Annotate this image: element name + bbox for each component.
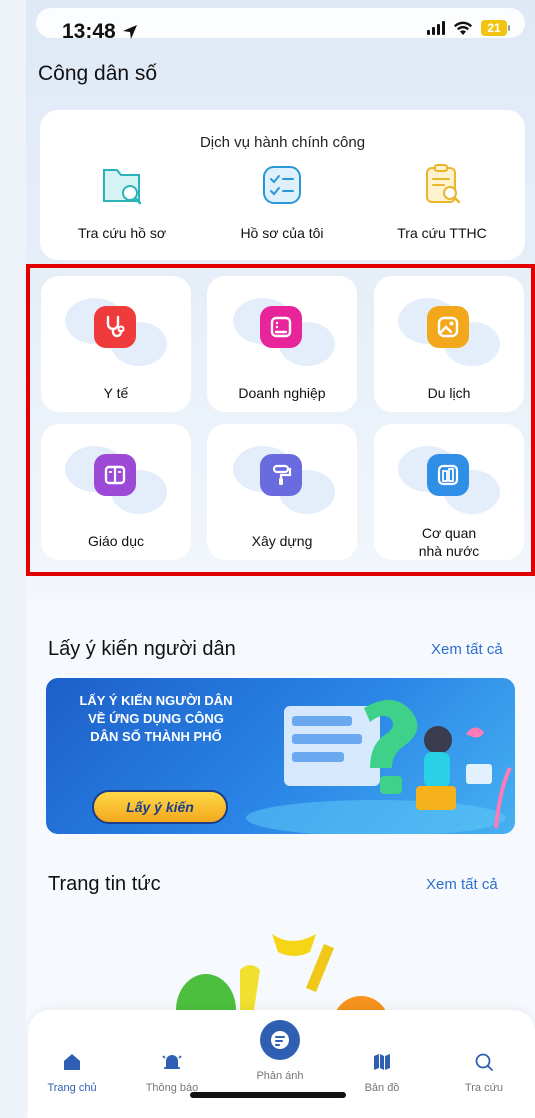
category-label: Xây dựng [251, 533, 313, 549]
clipboard-search-icon [426, 164, 461, 204]
category-label: Du lịch [427, 385, 471, 401]
category-state-agency[interactable]: Cơ quan nhà nước [374, 424, 524, 560]
search-icon [444, 1050, 524, 1074]
stethoscope-icon [94, 306, 136, 348]
service-label: Hồ sơ của tôi [240, 225, 324, 241]
category-tourism[interactable]: Du lịch [374, 276, 524, 412]
service-my-dossier[interactable]: Hồ sơ của tôi [212, 162, 352, 241]
battery-indicator: 21 [481, 20, 510, 36]
home-indicator [190, 1092, 346, 1098]
tab-home[interactable]: Trang chủ [32, 1050, 112, 1094]
service-lookup-dossier[interactable]: Tra cứu hồ sơ [52, 162, 192, 241]
survey-banner[interactable]: LẤY Ý KIẾN NGƯỜI DÂN VỀ ỨNG DỤNG CÔNG DÂ… [46, 678, 515, 834]
paint-roller-icon [260, 454, 302, 496]
give-opinion-button[interactable]: Lấy ý kiến [92, 790, 228, 824]
cellular-signal-icon [427, 21, 445, 35]
category-label: Giáo dục [87, 533, 145, 549]
category-label: Doanh nghiệp [238, 385, 326, 401]
survey-section-title: Lấy ý kiến người dân [48, 638, 236, 660]
feedback-button[interactable] [260, 1020, 300, 1060]
category-label: Cơ quan [421, 525, 477, 541]
home-icon [32, 1050, 112, 1074]
category-construction[interactable]: Xây dựng [207, 424, 357, 560]
time-text: 13:48 [62, 20, 116, 43]
category-education[interactable]: Giáo dục [41, 424, 191, 560]
service-lookup-procedures[interactable]: Tra cứu TTHC [372, 162, 512, 241]
banner-line: VỀ ỨNG DỤNG CÔNG [88, 711, 224, 726]
picture-icon [427, 306, 469, 348]
banner-line: DÂN SỐ THÀNH PHỐ [90, 729, 222, 744]
category-health[interactable]: Y tế [41, 276, 191, 412]
service-label: Tra cứu hồ sơ [77, 225, 167, 241]
category-business[interactable]: Doanh nghiệp [207, 276, 357, 412]
banner-line: LẤY Ý KIẾN NGƯỜI DÂN [79, 693, 233, 708]
bell-icon [132, 1050, 212, 1074]
public-services-card: Dịch vụ hành chính công Tra cứu hồ sơ Hồ… [40, 110, 525, 260]
banner-text: LẤY Ý KIẾN NGƯỜI DÂN VỀ ỨNG DỤNG CÔNG DÂ… [56, 692, 256, 746]
survey-see-all-link[interactable]: Xem tất cả [431, 641, 503, 658]
tab-notifications[interactable]: Thông báo [132, 1050, 212, 1094]
bottom-tab-bar: Trang chủ Thông báo Phản ánh Bản đồ Tra … [28, 1010, 535, 1118]
book-icon [94, 454, 136, 496]
feedback-icon [271, 1031, 289, 1049]
service-label: Tra cứu TTHC [397, 225, 487, 241]
tab-label: Bản đồ [364, 1082, 400, 1094]
category-label: Y tế [103, 385, 129, 401]
wifi-icon [454, 21, 472, 35]
news-see-all-link[interactable]: Xem tất cả [426, 876, 498, 893]
map-icon [342, 1050, 422, 1074]
tab-label-feedback[interactable]: Phản ánh [240, 1070, 320, 1082]
tab-map[interactable]: Bản đồ [342, 1050, 422, 1094]
tab-label: Tra cứu [464, 1082, 504, 1094]
folder-search-icon [103, 169, 142, 205]
page-title: Công dân số [38, 62, 158, 85]
tab-search[interactable]: Tra cứu [444, 1050, 524, 1094]
tab-label: Trang chủ [47, 1082, 97, 1094]
location-arrow-icon [122, 25, 137, 39]
public-services-title: Dịch vụ hành chính công [199, 134, 366, 151]
checklist-icon [263, 166, 301, 204]
status-time: 13:48 [62, 20, 138, 44]
news-section-title: Trang tin tức [48, 873, 161, 895]
building-card-icon [260, 306, 302, 348]
category-label: nhà nước [418, 543, 480, 559]
app-screen: 13:48 21 Công dân số Dịch vụ hành chính … [26, 0, 535, 1118]
office-building-icon [427, 454, 469, 496]
status-indicators: 21 [427, 20, 510, 36]
